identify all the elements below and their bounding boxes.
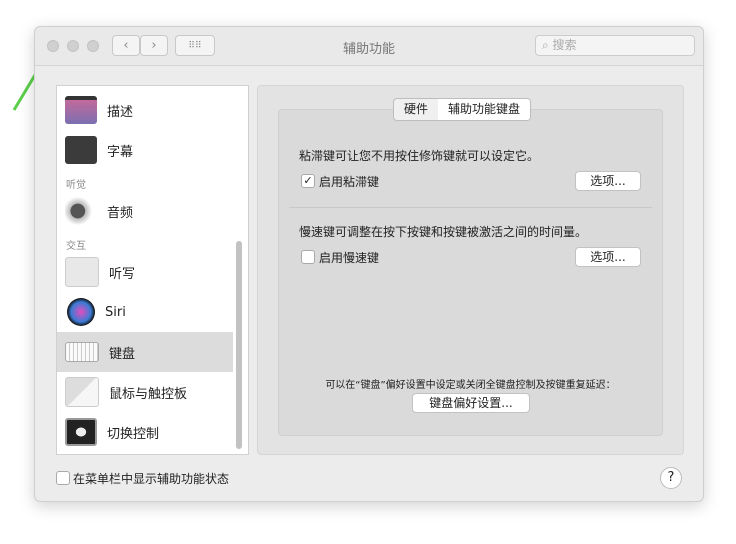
sidebar-item-label: 音频	[107, 205, 134, 221]
sidebar-item-label: 切换控制	[107, 426, 160, 442]
sidebar-item-dictation[interactable]: 听写	[57, 252, 233, 292]
show-status-menubar-checkbox[interactable]	[56, 471, 70, 485]
captions-icon	[65, 136, 97, 164]
siri-icon	[67, 298, 95, 326]
keyboard-settings-box: 粘滞键可让您不用按住修饰键就可以设定它。 ✓ 启用粘滞键 选项... 慢速键可调…	[278, 109, 663, 436]
help-button[interactable]: ?	[660, 467, 682, 489]
sidebar-item-label: 听写	[109, 266, 136, 282]
sidebar-item-captions[interactable]: 字幕	[57, 130, 233, 170]
sidebar-item-label: 字幕	[107, 144, 134, 160]
keyboard-panel: 粘滞键可让您不用按住修饰键就可以设定它。 ✓ 启用粘滞键 选项... 慢速键可调…	[257, 85, 684, 455]
section-interaction: 交互	[66, 241, 86, 252]
sidebar-item-keyboard[interactable]: 键盘	[57, 332, 233, 372]
sidebar-item-siri[interactable]: Siri	[57, 292, 233, 332]
titlebar: ‹ › ⠿⠿ 辅助功能 ⌕ 搜索	[35, 27, 703, 66]
sticky-keys-description: 粘滞键可让您不用按住修饰键就可以设定它。	[299, 149, 540, 163]
slow-keys-label: 启用慢速键	[319, 251, 380, 265]
slow-keys-checkbox[interactable]	[301, 250, 315, 264]
sidebar-item-label: 描述	[107, 104, 134, 120]
sticky-keys-label: 启用粘滞键	[319, 175, 380, 189]
sidebar-item-label: Siri	[105, 304, 126, 320]
sidebar-item-label: 鼠标与触控板	[109, 386, 188, 402]
divider	[289, 207, 652, 208]
mouse-icon	[65, 377, 99, 407]
sticky-keys-options-button[interactable]: 选项...	[575, 171, 641, 191]
sidebar-item-label: 键盘	[109, 346, 136, 362]
switch-control-icon	[65, 418, 97, 446]
sidebar-item-descriptions[interactable]: 描述	[57, 90, 233, 130]
accessibility-window: ‹ › ⠿⠿ 辅助功能 ⌕ 搜索 描述 字幕 听觉 音频 交互 听写 Siri …	[34, 26, 704, 502]
section-hearing: 听觉	[66, 180, 86, 191]
dictation-icon	[65, 257, 99, 287]
sidebar-item-switch-control[interactable]: 切换控制	[57, 412, 233, 452]
search-placeholder: 搜索	[552, 38, 577, 52]
slow-keys-description: 慢速键可调整在按下按键和按键被激活之间的时间量。	[299, 225, 588, 239]
slow-keys-options-button[interactable]: 选项...	[575, 247, 641, 267]
sidebar-item-audio[interactable]: 音频	[57, 191, 233, 231]
tab-bar: 硬件 辅助功能键盘	[393, 98, 532, 121]
tab-hardware[interactable]: 硬件	[394, 99, 438, 120]
descriptions-icon	[65, 96, 97, 124]
show-status-menubar-label: 在菜单栏中显示辅助功能状态	[73, 472, 230, 486]
sticky-keys-checkbox[interactable]: ✓	[301, 174, 315, 188]
keyboard-prefs-note: 可以在“键盘”偏好设置中设定或关闭全键盘控制及按键重复延迟：	[325, 380, 616, 391]
sidebar-item-mouse[interactable]: 鼠标与触控板	[57, 372, 233, 412]
sidebar-scrollbar[interactable]	[236, 241, 242, 449]
search-input[interactable]: ⌕ 搜索	[535, 35, 695, 56]
search-icon: ⌕	[542, 38, 553, 52]
keyboard-preferences-button[interactable]: 键盘偏好设置...	[412, 393, 530, 413]
audio-icon	[65, 197, 97, 225]
tab-accessibility-keyboard[interactable]: 辅助功能键盘	[438, 99, 531, 120]
sidebar-list: 描述 字幕 听觉 音频 交互 听写 Siri 键盘 鼠标与触控板 切换控制	[56, 85, 249, 455]
keyboard-icon	[65, 342, 99, 362]
